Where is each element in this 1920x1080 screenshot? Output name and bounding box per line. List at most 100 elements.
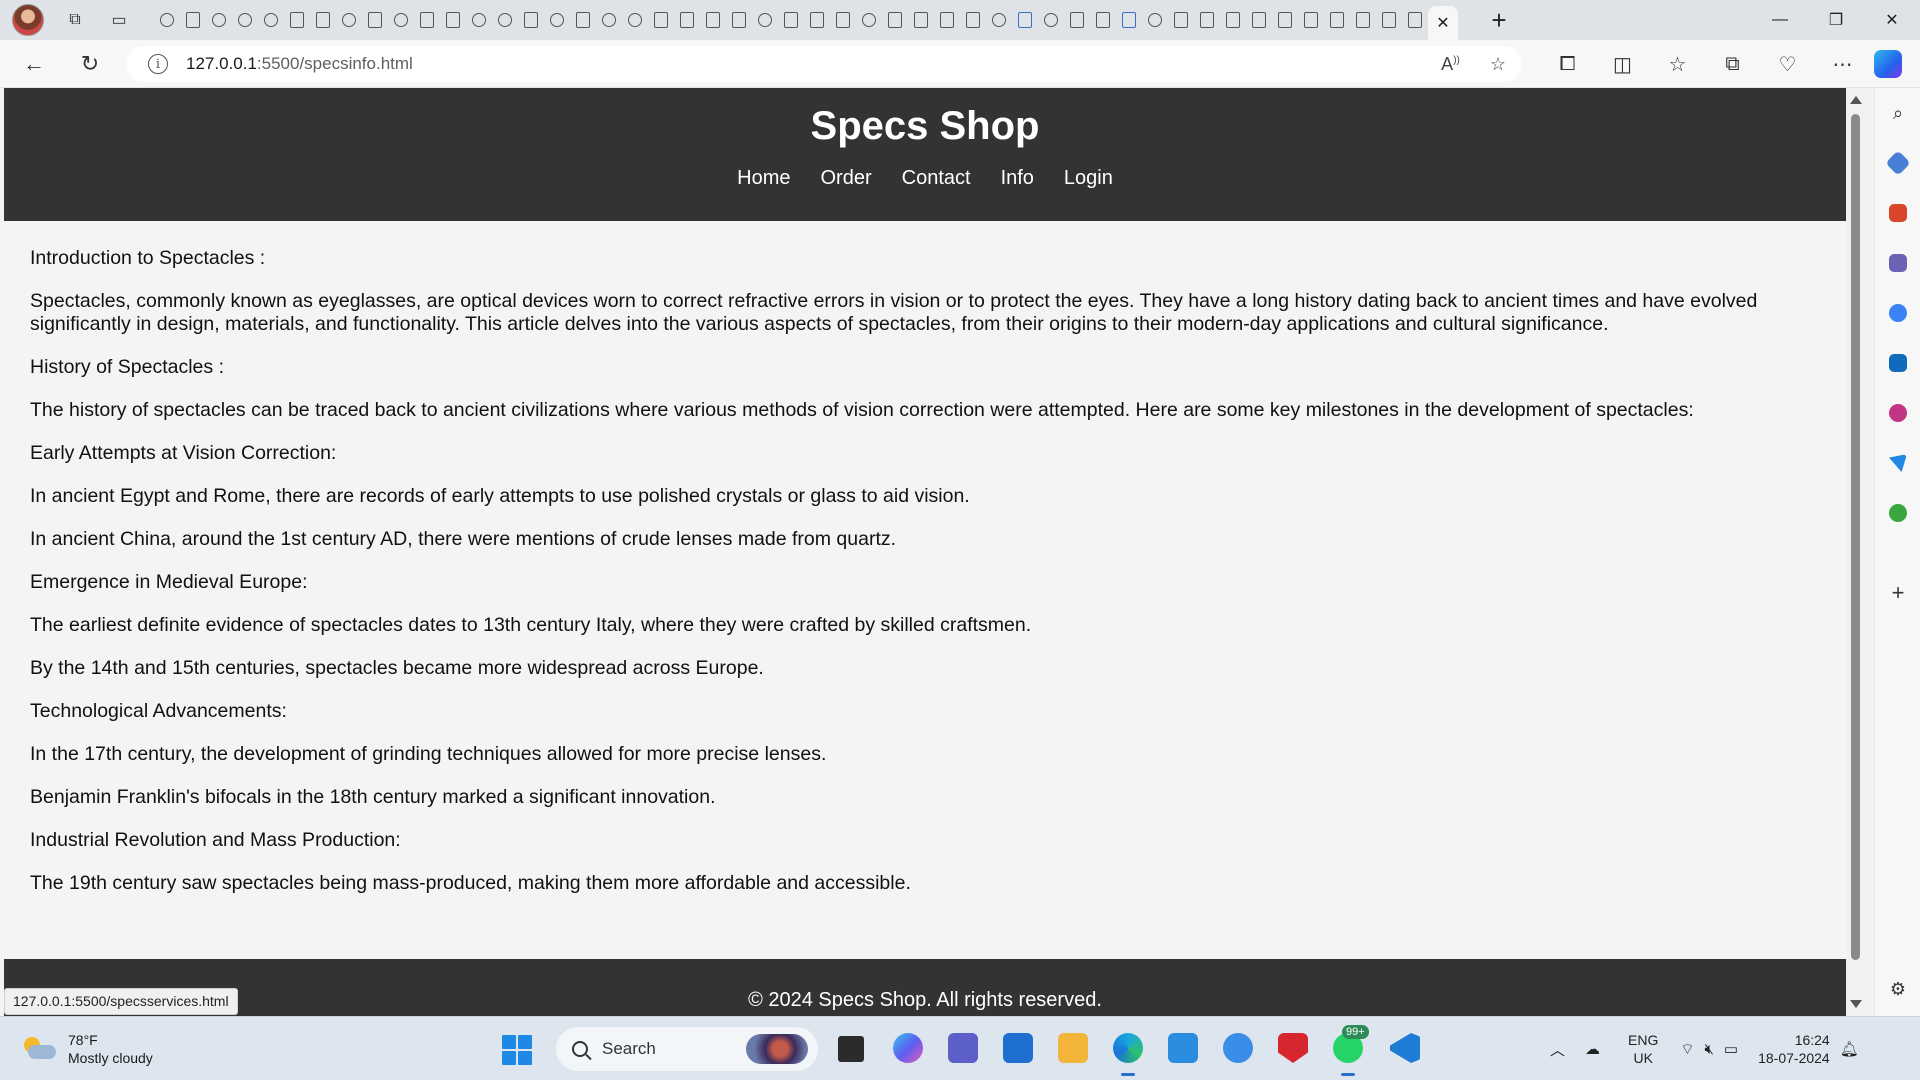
tab-favicon-icon[interactable] [908,0,934,40]
tab-favicon-icon[interactable] [1116,0,1142,40]
maximize-button[interactable]: ❐ [1808,0,1864,40]
tab-favicon-icon[interactable] [544,0,570,40]
tools-briefcase-icon[interactable] [1887,202,1909,224]
tab-favicon-icon[interactable] [1376,0,1402,40]
workspaces-icon[interactable]: ⧉ [62,7,88,33]
mcafee-icon[interactable] [1278,1033,1308,1063]
tab-favicon-icon[interactable] [1220,0,1246,40]
tab-favicon-icon[interactable] [1194,0,1220,40]
taskbar-search-box[interactable]: Search [556,1027,818,1071]
tab-favicon-icon[interactable] [440,0,466,40]
tab-favicon-icon[interactable] [1064,0,1090,40]
minimize-button[interactable]: — [1752,0,1808,40]
site-info-icon[interactable]: i [148,54,168,74]
tab-favicon-icon[interactable] [856,0,882,40]
tab-favicon-icon[interactable] [1090,0,1116,40]
tab-favicon-icon[interactable] [1246,0,1272,40]
tab-favicon-icon[interactable] [492,0,518,40]
tab-favicon-icon[interactable] [596,0,622,40]
volume-muted-icon[interactable]: 🔇︎ [1704,1041,1713,1058]
tab-favicon-icon[interactable] [830,0,856,40]
task-view-icon[interactable] [838,1036,864,1062]
clock[interactable]: 16:24 18-07-2024 [1758,1031,1830,1067]
page-scrollbar[interactable] [1846,88,1866,1016]
tab-favicon-icon[interactable] [1402,0,1428,40]
tab-favicon-icon[interactable] [336,0,362,40]
back-button[interactable]: ← [16,46,52,82]
weather-widget[interactable]: 78°F Mostly cloudy [22,1031,153,1067]
tab-favicon-icon[interactable] [648,0,674,40]
tab-favicon-icon[interactable] [570,0,596,40]
nav-home-link[interactable]: Home [737,164,790,192]
tab-favicon-icon[interactable] [388,0,414,40]
tree-icon[interactable] [1887,502,1909,524]
tab-actions-icon[interactable]: ▭ [106,7,132,33]
games-icon[interactable] [1887,252,1909,274]
notifications-bell-icon[interactable]: 🔔︎ [1840,1040,1859,1058]
tab-favicon-icon[interactable] [1324,0,1350,40]
shopping-tag-icon[interactable] [1885,150,1911,176]
edge-browser-icon[interactable] [1113,1033,1143,1076]
myhp-icon[interactable] [1168,1033,1198,1063]
tab-favicon-icon[interactable] [1012,0,1038,40]
copilot-taskbar-icon[interactable] [893,1033,923,1063]
battery-icon[interactable]: ▭ [1724,1040,1738,1058]
vscode-icon[interactable] [1390,1033,1420,1063]
nav-login-link[interactable]: Login [1064,164,1113,192]
tab-favicon-icon[interactable] [804,0,830,40]
tab-favicon-icon[interactable] [284,0,310,40]
teams-icon[interactable] [948,1033,978,1063]
tab-favicon-icon[interactable] [154,0,180,40]
outlook-icon[interactable] [1887,352,1909,374]
tab-favicon-icon[interactable] [232,0,258,40]
send-drop-icon[interactable] [1887,452,1909,474]
tab-favicon-icon[interactable] [1142,0,1168,40]
scroll-up-arrow-icon[interactable] [1850,96,1862,104]
profile-avatar[interactable] [12,4,44,36]
language-indicator[interactable]: ENG UK [1628,1031,1658,1067]
tab-favicon-icon[interactable] [1298,0,1324,40]
browser-essentials-icon[interactable]: ♡ [1760,40,1815,88]
tab-favicon-icon[interactable] [752,0,778,40]
tab-favicon-icon[interactable] [518,0,544,40]
nav-contact-link[interactable]: Contact [902,164,971,192]
help-icon[interactable] [1223,1033,1253,1063]
file-explorer-icon[interactable] [1058,1033,1088,1063]
address-bar[interactable]: i 127.0.0.1:5500/specsinfo.html A)) ☆ [126,46,1522,82]
tab-favicon-icon[interactable] [362,0,388,40]
tab-favicon-icon[interactable] [1168,0,1194,40]
nav-info-link[interactable]: Info [1001,164,1034,192]
tab-favicon-icon[interactable] [960,0,986,40]
tab-favicon-icon[interactable] [882,0,908,40]
favorites-icon[interactable]: ☆ [1650,40,1705,88]
tab-favicon-icon[interactable] [700,0,726,40]
tab-favicon-icon[interactable] [1038,0,1064,40]
scroll-down-arrow-icon[interactable] [1850,1000,1862,1008]
tab-favicon-icon[interactable] [674,0,700,40]
tab-favicon-icon[interactable] [258,0,284,40]
tab-favicon-icon[interactable] [986,0,1012,40]
windows-start-icon[interactable] [502,1035,532,1065]
onedrive-cloud-icon[interactable]: ☁ [1585,1040,1600,1058]
more-menu-icon[interactable]: ⋯ [1815,40,1870,88]
new-tab-button[interactable]: + [1484,5,1514,35]
favorite-star-icon[interactable]: ☆ [1490,54,1506,75]
tab-favicon-icon[interactable] [622,0,648,40]
refresh-button[interactable]: ↻ [72,46,108,82]
extensions-icon[interactable]: ⧠ [1540,40,1595,88]
show-hidden-icons-chevron-icon[interactable]: ︿ [1550,1039,1565,1060]
microsoft-store-icon[interactable] [1003,1033,1033,1063]
tab-favicon-icon[interactable] [414,0,440,40]
tab-favicon-icon[interactable] [466,0,492,40]
nav-order-link[interactable]: Order [821,164,872,192]
collections-icon[interactable]: ⧉ [1705,40,1760,88]
tab-favicon-icon[interactable] [1272,0,1298,40]
sidebar-search-icon[interactable]: ⌕ [1887,102,1909,124]
sidebar-settings-icon[interactable]: ⚙ [1887,978,1909,1000]
split-screen-icon[interactable]: ◫ [1595,40,1650,88]
close-button[interactable]: ✕ [1864,0,1920,40]
tab-favicon-icon[interactable] [180,0,206,40]
read-aloud-icon[interactable]: A)) [1441,54,1460,75]
microsoft-365-icon[interactable] [1887,302,1909,324]
tab-favicon-icon[interactable] [934,0,960,40]
